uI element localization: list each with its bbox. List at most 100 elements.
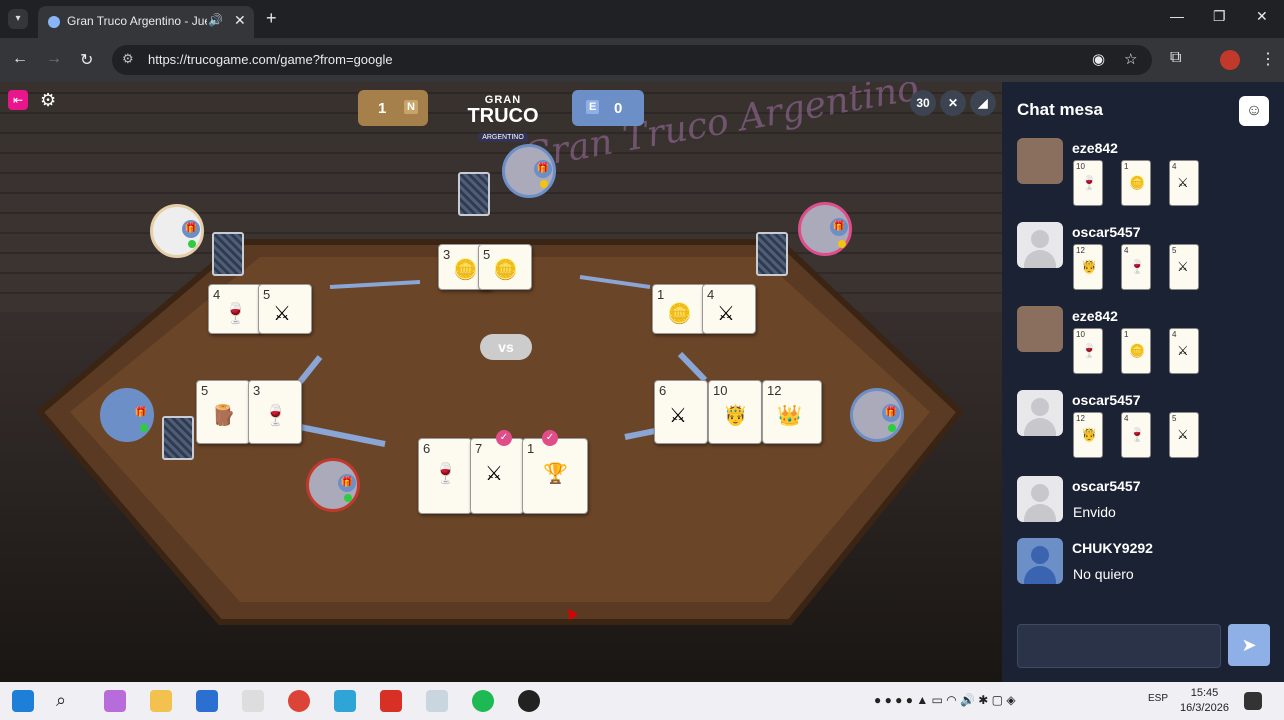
poker-icon[interactable]	[380, 690, 402, 712]
close-tab-icon[interactable]: ✕	[234, 12, 246, 29]
windows-taskbar: ⌕ ● ● ● ● ▲ ▭ ◠ 🔊 ✱ ▢ ◈ ESP 15:45 16/3/2…	[0, 682, 1284, 720]
team-e-points: 0	[614, 100, 623, 117]
mute-mic-icon[interactable]: ✕	[940, 90, 966, 116]
turn-timer: 30	[910, 90, 936, 116]
status-dot	[188, 240, 196, 248]
card-back	[756, 232, 788, 276]
hand-card[interactable]: 6 🍷	[418, 438, 472, 514]
chat-username: oscar5457	[1072, 478, 1141, 494]
tab-search-icon[interactable]: ▾	[8, 9, 28, 29]
outlook-icon[interactable]	[196, 690, 218, 712]
played-card: 5 ⚔	[258, 284, 312, 334]
windows-start-icon[interactable]	[12, 690, 34, 712]
extensions-icon[interactable]: ⧉	[1170, 49, 1181, 67]
language-indicator[interactable]: ESP	[1148, 693, 1168, 704]
app-icon[interactable]	[426, 690, 448, 712]
favicon-icon	[48, 16, 60, 28]
app-icon[interactable]	[242, 690, 264, 712]
window-close-button[interactable]: ✕	[1256, 8, 1268, 25]
search-icon[interactable]: ⌕	[56, 690, 78, 712]
game-table	[35, 239, 965, 625]
mini-card: 12 🤴	[1073, 412, 1103, 458]
avatar	[1017, 538, 1063, 584]
played-card: 4 ⚔	[702, 284, 756, 334]
mini-card: 1 🪙	[1121, 160, 1151, 206]
signal-icon[interactable]: ◢	[970, 90, 996, 116]
mini-card: 5 ⚔	[1169, 412, 1199, 458]
spotify-icon[interactable]	[472, 690, 494, 712]
mini-card: 4 ⚔	[1169, 328, 1199, 374]
chat-title: Chat mesa	[1017, 100, 1103, 119]
speaker-icon[interactable]: 🔊	[208, 13, 223, 27]
eye-off-icon[interactable]: ◉	[1092, 50, 1105, 68]
mini-card: 12 🤴	[1073, 244, 1103, 290]
taskbar-clock[interactable]: 15:45 16/3/2026	[1180, 686, 1229, 716]
tab-title: Gran Truco Argentino - Jue	[67, 14, 207, 28]
gift-icon[interactable]: 🎁	[338, 474, 356, 492]
tray-icons[interactable]: ● ● ● ● ▲ ▭ ◠ 🔊 ✱ ▢ ◈	[874, 693, 1016, 707]
chat-username: eze842	[1072, 140, 1118, 156]
profile-avatar[interactable]	[1220, 50, 1240, 70]
gift-icon[interactable]: 🎁	[534, 160, 552, 178]
status-dot	[344, 494, 352, 502]
reload-icon[interactable]: ↻	[80, 50, 93, 70]
avatar	[1017, 222, 1063, 268]
chat-username: eze842	[1072, 308, 1118, 324]
team-n-points: 1	[378, 100, 387, 117]
mini-card: 10 🍷	[1073, 328, 1103, 374]
chat-username: oscar5457	[1072, 392, 1141, 408]
gift-icon[interactable]: 🎁	[830, 218, 848, 236]
browser-tabbar: ▾ Gran Truco Argentino - Jue 🔊 ✕ + — ❐ ✕	[0, 0, 1284, 38]
mini-card: 4 🍷	[1121, 412, 1151, 458]
active-tab[interactable]: Gran Truco Argentino - Jue 🔊 ✕	[38, 6, 254, 38]
app-icon[interactable]	[518, 690, 540, 712]
mini-card: 10 🍷	[1073, 160, 1103, 206]
status-dot	[888, 424, 896, 432]
back-icon[interactable]: ←	[12, 50, 28, 68]
status-dot	[540, 180, 548, 188]
gift-icon[interactable]: 🎁	[182, 220, 200, 238]
card-back	[162, 416, 194, 460]
gift-icon[interactable]: 🎁	[132, 404, 150, 422]
played-card: 12 👑	[762, 380, 822, 444]
chrome-icon[interactable]	[288, 690, 310, 712]
minimize-button[interactable]: —	[1170, 8, 1184, 24]
new-tab-button[interactable]: +	[266, 8, 277, 29]
played-card: 6 ⚔	[654, 380, 708, 444]
chat-message-input[interactable]	[1017, 624, 1221, 668]
team-e-score: E 0	[572, 90, 644, 126]
gift-icon[interactable]: 🎁	[882, 404, 900, 422]
forward-icon[interactable]: →	[46, 50, 62, 68]
avatar	[1017, 138, 1063, 184]
played-card: 1 🪙	[652, 284, 706, 334]
chat-username: CHUKY9292	[1072, 540, 1153, 556]
status-dot	[838, 240, 846, 248]
browser-navbar: ← → ↻ ⚙ https://trucogame.com/game?from=…	[0, 38, 1284, 82]
exit-game-icon[interactable]: ⇤	[8, 90, 28, 110]
send-icon[interactable]: ➤	[1228, 624, 1270, 666]
played-card: 4 🍷	[208, 284, 262, 334]
team-e-flag: E	[586, 100, 600, 114]
card-back	[212, 232, 244, 276]
played-card: 10 🤴	[708, 380, 762, 444]
chat-text: Envido	[1073, 504, 1116, 520]
app-icon[interactable]	[334, 690, 356, 712]
settings-gear-icon[interactable]: ⚙	[40, 90, 56, 111]
bookmark-star-icon[interactable]: ☆	[1124, 50, 1137, 68]
notifications-icon[interactable]	[1244, 692, 1262, 710]
restore-button[interactable]: ❐	[1213, 8, 1226, 25]
copilot-icon[interactable]	[104, 690, 126, 712]
emoji-icon[interactable]: ☺	[1239, 96, 1269, 126]
file-explorer-icon[interactable]	[150, 690, 172, 712]
site-info-icon[interactable]: ⚙	[122, 51, 134, 67]
mini-card: 5 ⚔	[1169, 244, 1199, 290]
menu-kebab-icon[interactable]: ⋮	[1260, 49, 1276, 69]
game-area: Gran Truco Argentino ⇤ ⚙ 1 N GRAN TRUCO …	[0, 82, 1002, 682]
team-n-flag: N	[404, 100, 418, 114]
chat-text: No quiero	[1073, 566, 1134, 582]
hand-card[interactable]: 7 ⚔	[470, 438, 524, 514]
mini-card: 4 🍷	[1121, 244, 1151, 290]
address-bar[interactable]: ⚙ https://trucogame.com/game?from=google…	[112, 45, 1152, 75]
url-text[interactable]: https://trucogame.com/game?from=google	[148, 52, 393, 67]
hand-card[interactable]: 1 🏆	[522, 438, 588, 514]
